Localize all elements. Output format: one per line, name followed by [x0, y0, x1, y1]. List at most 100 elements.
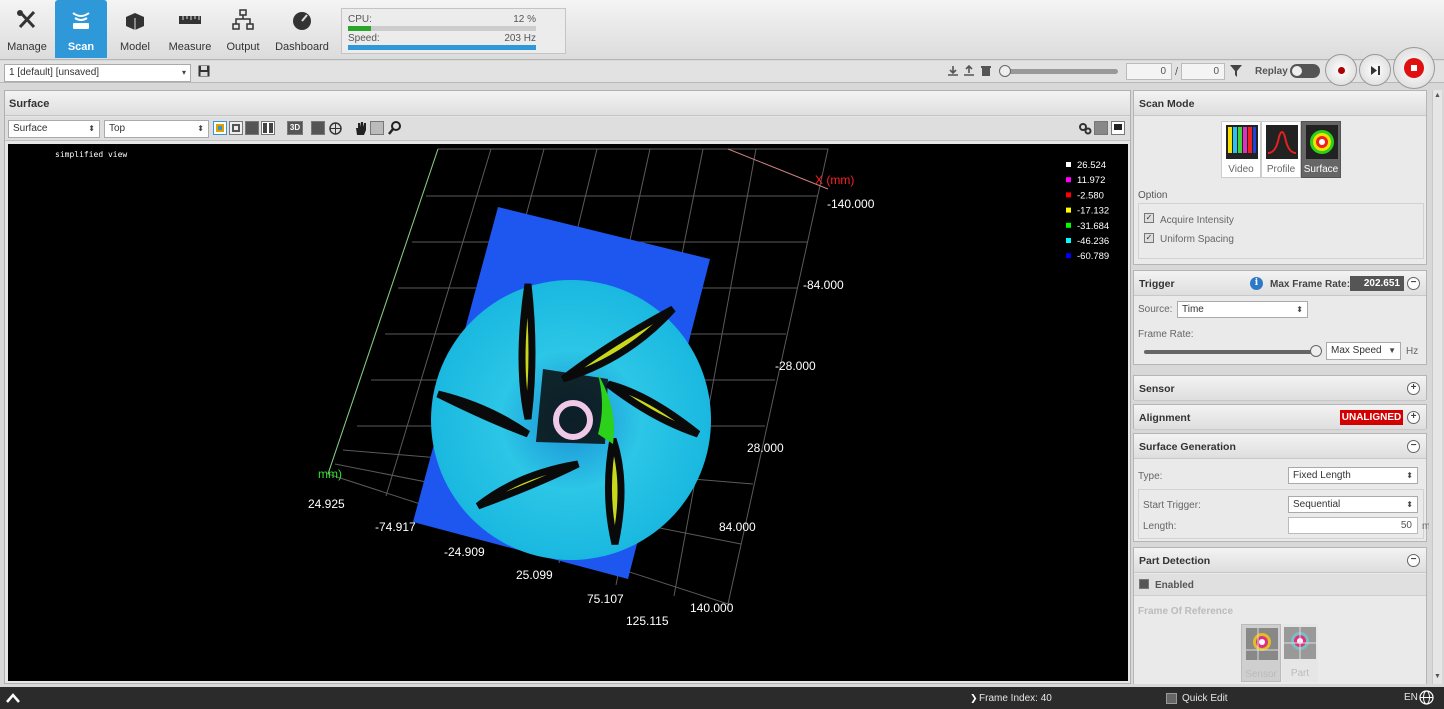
nav-model-label: Model	[120, 41, 150, 53]
legend-swatch	[1066, 192, 1071, 198]
mode-profile-button[interactable]: Profile	[1261, 121, 1301, 178]
cpu-bar-fill	[348, 26, 371, 31]
grid-icon[interactable]	[311, 121, 325, 135]
zoom-icon[interactable]	[388, 121, 401, 135]
surface-generation-section: Surface Generation − Type: Fixed Length ⬍…	[1133, 433, 1429, 542]
fullscreen-icon[interactable]	[1111, 121, 1125, 135]
enabled-checkbox[interactable]	[1139, 579, 1149, 589]
start-trigger-label: Start Trigger:	[1143, 500, 1201, 511]
sensor-expand-icon[interactable]: +	[1407, 382, 1420, 395]
frame-rate-slider[interactable]	[1144, 350, 1316, 354]
layers-icon[interactable]	[1094, 121, 1108, 135]
replay-slider-handle[interactable]	[999, 65, 1011, 77]
job-select-value: 1 [default] [unsaved]	[9, 67, 100, 78]
info-icon[interactable]: i	[1250, 277, 1263, 290]
nav-dashboard[interactable]: Dashboard	[272, 0, 332, 58]
quad-view-icon[interactable]	[261, 121, 275, 135]
nav-measure[interactable]: Measure	[164, 0, 216, 58]
frame-sensor-button[interactable]: Sensor	[1241, 624, 1281, 682]
app-window: Manage Scan Model Measure Output Dashboa…	[0, 0, 1444, 709]
legend-swatch	[1066, 207, 1071, 213]
max-frame-rate-value: 202.651	[1350, 276, 1404, 291]
part-detection-collapse-icon[interactable]: −	[1407, 554, 1420, 567]
orientation-select-value: Top	[109, 123, 126, 134]
scroll-up-icon[interactable]: ▲	[1434, 92, 1441, 99]
mode-surface-button[interactable]: Surface	[1301, 121, 1341, 178]
nav-output-label: Output	[226, 41, 260, 53]
chevron-up-icon[interactable]	[5, 691, 21, 704]
source-select-value: Time	[1182, 304, 1204, 315]
nav-manage[interactable]: Manage	[2, 0, 52, 58]
start-trigger-select[interactable]: Sequential ⬍	[1288, 496, 1418, 513]
y-tick-label: 75.107	[587, 592, 624, 606]
nav-measure-label: Measure	[168, 41, 212, 53]
scroll-down-icon[interactable]: ▼	[1434, 673, 1441, 680]
x-tick-label: 28.000	[747, 441, 784, 455]
enabled-row: Enabled	[1134, 574, 1426, 596]
alignment-expand-icon[interactable]: +	[1407, 411, 1420, 424]
save-icon[interactable]	[198, 65, 210, 77]
intensity-icon[interactable]	[229, 121, 243, 135]
mode-surface-label: Surface	[1303, 164, 1339, 175]
part-frame-icon	[1284, 627, 1316, 659]
nav-model[interactable]: Model	[110, 0, 160, 58]
x-tick-label: 140.000	[690, 601, 734, 615]
language-label[interactable]: EN	[1404, 692, 1418, 703]
alignment-section[interactable]: Alignment UNALIGNED +	[1133, 404, 1427, 430]
settings-icon[interactable]	[1078, 122, 1092, 135]
ruler-icon	[179, 16, 201, 24]
source-select[interactable]: Time ⬍	[1177, 301, 1308, 318]
frame-separator: /	[1175, 66, 1179, 78]
view-select[interactable]: Surface ⬍	[8, 120, 100, 138]
uniform-spacing-checkbox[interactable]: ✓	[1144, 233, 1154, 243]
trash-icon[interactable]	[980, 65, 992, 77]
legend-value: -31.684	[1077, 221, 1109, 232]
y-tick-label: 24.925	[308, 497, 345, 511]
trigger-collapse-icon[interactable]: −	[1407, 277, 1420, 290]
frame-index-arrow-icon: ❯	[970, 693, 978, 703]
grayscale-icon[interactable]	[245, 121, 259, 135]
job-select[interactable]: 1 [default] [unsaved] ▾	[4, 64, 191, 82]
legend-swatch	[1066, 238, 1071, 243]
3d-view-button[interactable]: 3D	[287, 121, 303, 135]
frame-rate-slider-handle[interactable]	[1310, 345, 1322, 357]
length-unit: mm	[1422, 521, 1429, 532]
nav-scan[interactable]: Scan	[55, 0, 107, 58]
rotate-icon[interactable]	[370, 121, 384, 135]
replay-toggle[interactable]	[1290, 64, 1320, 78]
length-field[interactable]: 50	[1288, 517, 1418, 534]
frame-part-button[interactable]: Part	[1282, 624, 1318, 682]
legend-swatch	[1066, 253, 1071, 259]
record-button[interactable]	[1325, 54, 1357, 86]
mode-video-button[interactable]: Video	[1221, 121, 1261, 178]
surface-generation-title: Surface Generation	[1134, 434, 1426, 459]
acquire-intensity-checkbox[interactable]: ✓	[1144, 213, 1154, 223]
part-detection-title: Part Detection	[1134, 548, 1426, 573]
frame-start-field[interactable]: 0	[1126, 63, 1172, 80]
aperture-icon[interactable]	[329, 122, 342, 135]
step-button[interactable]	[1359, 54, 1391, 86]
globe-icon[interactable]	[1419, 690, 1434, 705]
sensor-section[interactable]: Sensor +	[1133, 375, 1427, 401]
view-mode-overlay: simplified view	[55, 150, 127, 159]
download-icon[interactable]	[947, 65, 959, 77]
upload-icon[interactable]	[963, 65, 975, 77]
filter-icon[interactable]	[1230, 65, 1242, 77]
orientation-select[interactable]: Top ⬍	[104, 120, 209, 138]
settings-scrollbar[interactable]: ▲ ▼	[1432, 90, 1442, 684]
surface-generation-collapse-icon[interactable]: −	[1407, 440, 1420, 453]
frame-rate-select[interactable]: Max Speed ▼	[1326, 342, 1401, 360]
start-trigger-select-value: Sequential	[1293, 499, 1341, 510]
quick-edit-checkbox[interactable]	[1166, 693, 1177, 704]
hand-pan-icon[interactable]	[354, 121, 368, 136]
mode-video-label: Video	[1228, 164, 1254, 175]
replay-slider[interactable]	[1000, 69, 1118, 74]
heightmap-icon[interactable]	[213, 121, 227, 135]
nav-output[interactable]: Output	[220, 0, 266, 58]
type-select[interactable]: Fixed Length ⬍	[1288, 467, 1418, 484]
3d-viewport[interactable]: simplified view 26.524 11.972 -2.580 -17.13…	[8, 144, 1128, 681]
stop-button[interactable]	[1393, 47, 1435, 89]
fixed-length-group: Start Trigger: Sequential⬍ Length: 50 mm	[1138, 489, 1429, 539]
frame-end-field[interactable]: 0	[1181, 63, 1225, 80]
replay-label: Replay	[1255, 66, 1288, 77]
